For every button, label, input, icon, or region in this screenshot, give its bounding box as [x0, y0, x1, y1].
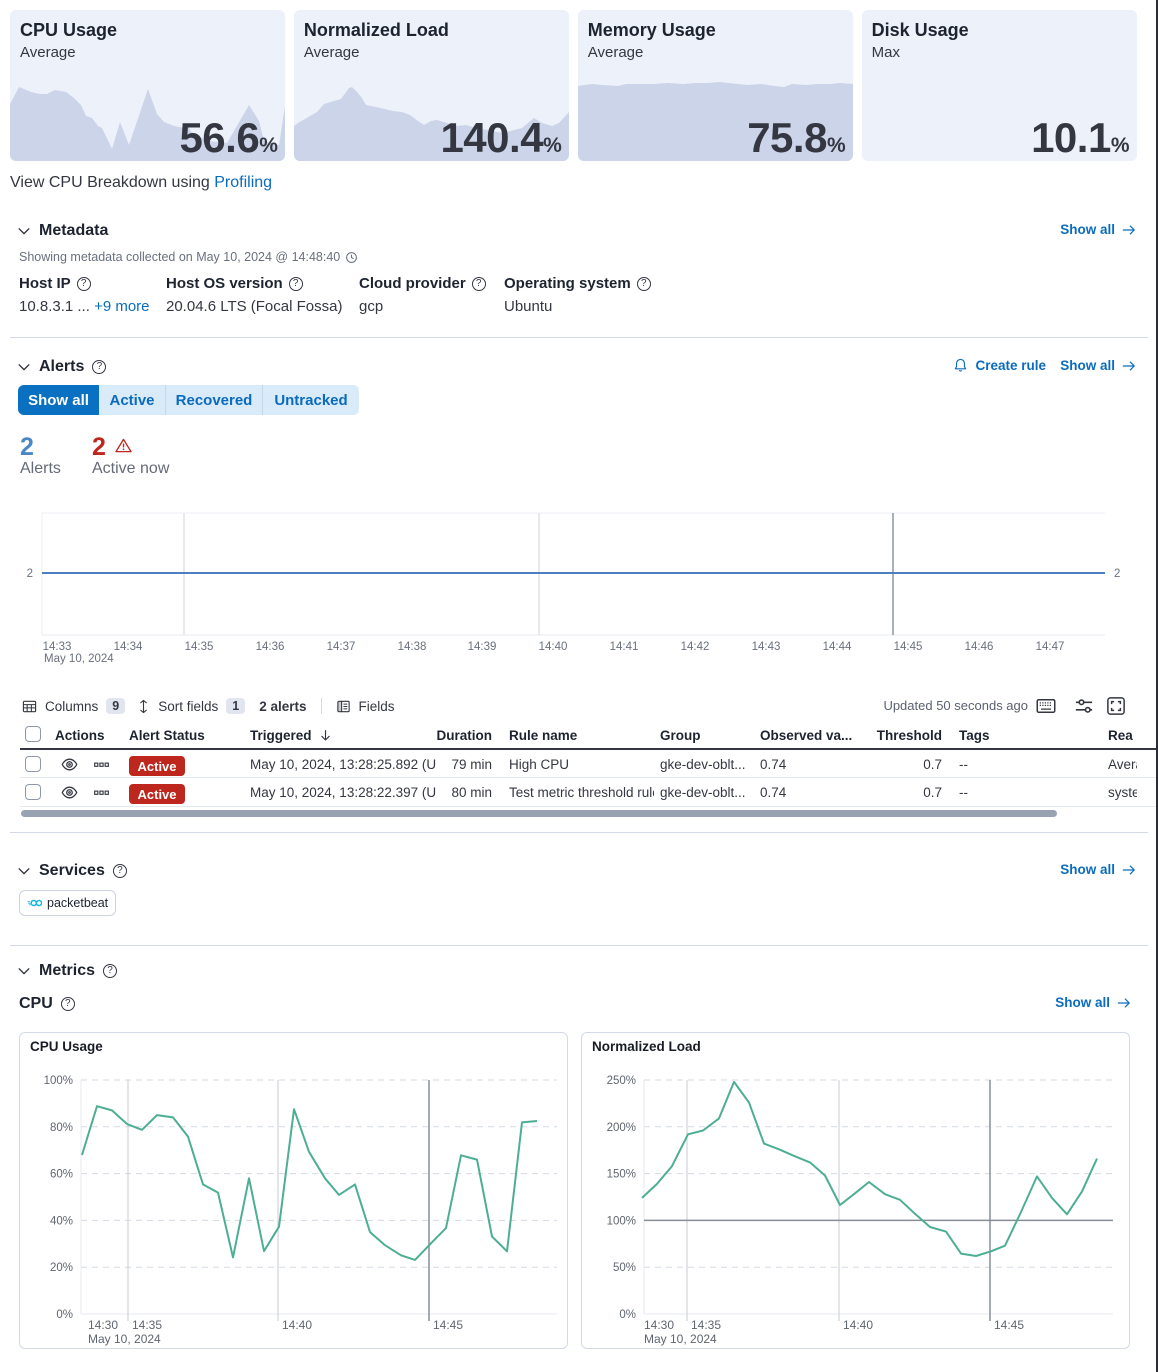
svg-text:14:46: 14:46	[965, 641, 994, 653]
svg-text:80%: 80%	[50, 1122, 73, 1134]
svg-text:14:33: 14:33	[43, 641, 72, 653]
svg-text:14:45: 14:45	[994, 1318, 1024, 1332]
svg-text:14:40: 14:40	[843, 1318, 873, 1332]
svg-text:2: 2	[27, 568, 33, 580]
svg-text:14:42: 14:42	[681, 641, 710, 653]
svg-text:14:45: 14:45	[894, 641, 923, 653]
svg-text:14:39: 14:39	[468, 641, 497, 653]
svg-text:14:35: 14:35	[691, 1318, 721, 1332]
svg-text:14:47: 14:47	[1036, 641, 1065, 653]
svg-text:20%: 20%	[50, 1262, 73, 1274]
svg-text:100%: 100%	[44, 1075, 73, 1087]
svg-text:150%: 150%	[607, 1169, 636, 1181]
svg-text:14:35: 14:35	[132, 1318, 162, 1332]
svg-text:14:30: 14:30	[88, 1318, 118, 1332]
svg-text:50%: 50%	[613, 1262, 636, 1274]
svg-text:May 10, 2024: May 10, 2024	[644, 1332, 717, 1346]
svg-text:100%: 100%	[607, 1215, 636, 1227]
svg-text:May 10, 2024: May 10, 2024	[44, 653, 114, 665]
svg-text:14:35: 14:35	[185, 641, 214, 653]
svg-text:14:38: 14:38	[398, 641, 427, 653]
svg-text:2: 2	[1114, 568, 1120, 580]
svg-text:0%: 0%	[56, 1309, 73, 1321]
svg-text:14:37: 14:37	[327, 641, 356, 653]
svg-text:250%: 250%	[607, 1075, 636, 1087]
svg-text:May 10, 2024: May 10, 2024	[88, 1332, 161, 1346]
svg-text:14:36: 14:36	[256, 641, 285, 653]
svg-text:14:40: 14:40	[539, 641, 568, 653]
svg-text:14:41: 14:41	[610, 641, 639, 653]
svg-text:200%: 200%	[607, 1122, 636, 1134]
svg-text:14:44: 14:44	[823, 641, 852, 653]
svg-text:40%: 40%	[50, 1215, 73, 1227]
svg-text:14:43: 14:43	[752, 641, 781, 653]
svg-text:14:34: 14:34	[114, 641, 143, 653]
svg-text:14:40: 14:40	[282, 1318, 312, 1332]
svg-text:14:30: 14:30	[644, 1318, 674, 1332]
svg-text:14:45: 14:45	[433, 1318, 463, 1332]
svg-text:60%: 60%	[50, 1169, 73, 1181]
svg-text:0%: 0%	[619, 1309, 636, 1321]
